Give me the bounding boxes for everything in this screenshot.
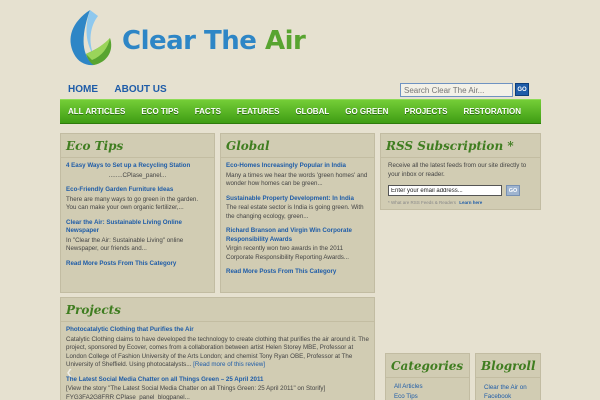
panel-heading: Projects bbox=[61, 298, 374, 322]
category-link[interactable]: All Articles bbox=[394, 382, 461, 392]
blogroll-link[interactable]: Clear the Air on Facebook bbox=[484, 384, 532, 400]
leaf-logo-icon bbox=[70, 10, 112, 66]
categories-panel: Categories All Articles Eco Tips bbox=[385, 353, 470, 400]
search-form: GO bbox=[400, 83, 529, 97]
search-input[interactable] bbox=[400, 83, 513, 97]
list-item: Clear the Air: Sustainable Living Online… bbox=[66, 219, 209, 254]
previous-arrow-icon[interactable]: ❮ bbox=[66, 368, 73, 377]
category-nav: ALL ARTICLES ECO TIPS FACTS FEATURES GLO… bbox=[60, 99, 541, 124]
list-item: Sustainable Property Development: In Ind… bbox=[226, 195, 369, 222]
list-item: Eco-Friendly Garden Furniture Ideas Ther… bbox=[66, 186, 209, 213]
post-excerpt: In "Clear the Air: Sustainable Living" o… bbox=[66, 236, 184, 253]
projects-panel: Projects Photocatalytic Clothing that Pu… bbox=[60, 297, 375, 400]
read-more-review-link[interactable]: [Read more of this review] bbox=[193, 361, 265, 368]
list-item: Eco-Homes Increasingly Popular in India … bbox=[226, 162, 369, 189]
eco-tips-panel: Eco Tips 4 Easy Ways to Set up a Recycli… bbox=[60, 133, 215, 293]
subscribe-button[interactable]: GO bbox=[506, 185, 520, 196]
post-excerpt: [View the story "The Latest Social Media… bbox=[66, 385, 326, 400]
post-excerpt: ........CPlase_panel... bbox=[108, 171, 167, 179]
list-item: 4 Easy Ways to Set up a Recycling Statio… bbox=[66, 162, 209, 180]
panel-heading: Global bbox=[221, 134, 374, 158]
category-link[interactable]: Eco Tips bbox=[394, 392, 461, 400]
list-item: Photocatalytic Clothing that Purifies th… bbox=[66, 326, 369, 370]
read-more-link[interactable]: Read More Posts From This Category bbox=[66, 260, 209, 269]
cat-go-green[interactable]: GO GREEN bbox=[337, 107, 396, 116]
blogroll-panel: Blogroll Clear the Air on Facebook bbox=[475, 353, 541, 400]
global-panel: Global Eco-Homes Increasingly Popular in… bbox=[220, 133, 375, 293]
search-button[interactable]: GO bbox=[515, 83, 529, 96]
rss-description: Receive all the latest feeds from our si… bbox=[388, 162, 527, 178]
panel-heading: Blogroll bbox=[476, 354, 540, 378]
post-title-link[interactable]: Sustainable Property Development: In Ind… bbox=[226, 195, 369, 204]
nav-home[interactable]: HOME bbox=[68, 84, 98, 95]
post-title-link[interactable]: Richard Branson and Virgin Win Corporate… bbox=[226, 227, 369, 244]
list-item: Richard Branson and Virgin Win Corporate… bbox=[226, 227, 369, 262]
cat-facts[interactable]: FACTS bbox=[187, 107, 229, 116]
post-title-link[interactable]: Eco-Homes Increasingly Popular in India bbox=[226, 162, 369, 171]
post-title-link[interactable]: Clear the Air: Sustainable Living Online… bbox=[66, 219, 209, 236]
cat-restoration[interactable]: RESTORATION bbox=[455, 107, 528, 116]
cat-global[interactable]: GLOBAL bbox=[287, 107, 337, 116]
learn-more-link[interactable]: Learn here bbox=[459, 200, 482, 205]
post-title-link[interactable]: 4 Easy Ways to Set up a Recycling Statio… bbox=[66, 162, 209, 171]
list-item: The Latest Social Media Chatter on all T… bbox=[66, 376, 369, 400]
panel-heading: RSS Subscription * bbox=[381, 134, 540, 158]
post-excerpt: There are many ways to go green in the g… bbox=[66, 195, 199, 212]
site-name: Clear The Air bbox=[122, 26, 306, 56]
read-more-link[interactable]: Read More Posts From This Category bbox=[226, 268, 369, 277]
post-excerpt: The real estate sector is India is going… bbox=[226, 204, 364, 220]
cat-features[interactable]: FEATURES bbox=[229, 107, 288, 116]
top-nav: HOME ABOUT US bbox=[68, 84, 181, 95]
site-logo[interactable]: Clear The Air bbox=[64, 8, 306, 70]
rss-note: * What are RSS Feeds & Readers Learn her… bbox=[388, 200, 483, 205]
post-excerpt: Catalytic Clothing claims to have develo… bbox=[66, 335, 369, 369]
post-excerpt: Virgin recently won two awards in the 20… bbox=[226, 245, 350, 261]
nav-about-us[interactable]: ABOUT US bbox=[114, 84, 166, 95]
email-field[interactable] bbox=[388, 185, 502, 196]
post-excerpt: Many a times we hear the words 'green ho… bbox=[226, 171, 368, 188]
post-title-link[interactable]: The Latest Social Media Chatter on all T… bbox=[66, 376, 369, 385]
cat-projects[interactable]: PROJECTS bbox=[396, 107, 455, 116]
rss-subscription-panel: RSS Subscription * Receive all the lates… bbox=[380, 133, 541, 210]
post-title-link[interactable]: Eco-Friendly Garden Furniture Ideas bbox=[66, 186, 209, 195]
panel-heading: Eco Tips bbox=[61, 134, 214, 158]
cat-all-articles[interactable]: ALL ARTICLES bbox=[60, 107, 133, 116]
panel-heading: Categories bbox=[386, 354, 469, 378]
post-title-link[interactable]: Photocatalytic Clothing that Purifies th… bbox=[66, 326, 369, 335]
cat-eco-tips[interactable]: ECO TIPS bbox=[133, 107, 186, 116]
